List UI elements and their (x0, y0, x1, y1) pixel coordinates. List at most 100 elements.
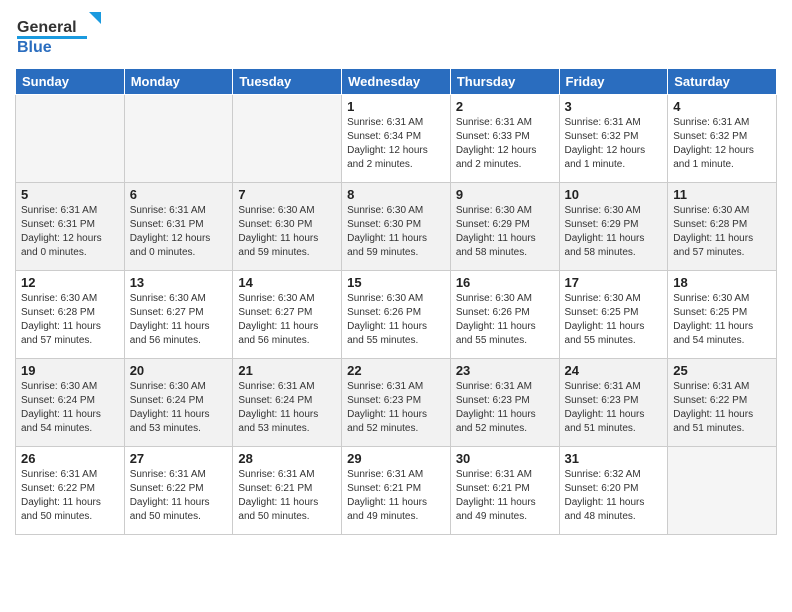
weekday-header: Saturday (668, 69, 777, 95)
day-info: Sunrise: 6:30 AM Sunset: 6:25 PM Dayligh… (565, 292, 663, 348)
day-number: 14 (238, 275, 336, 290)
day-info: Sunrise: 6:30 AM Sunset: 6:29 PM Dayligh… (565, 204, 663, 260)
calendar-cell: 17 Sunrise: 6:30 AM Sunset: 6:25 PM Dayli… (559, 271, 668, 359)
calendar-cell: 3 Sunrise: 6:31 AM Sunset: 6:32 PM Daylig… (559, 95, 668, 183)
day-info: Sunrise: 6:31 AM Sunset: 6:34 PM Dayligh… (347, 116, 445, 172)
day-number: 8 (347, 187, 445, 202)
logo-svg: General Blue (15, 10, 105, 60)
day-info: Sunrise: 6:30 AM Sunset: 6:26 PM Dayligh… (456, 292, 554, 348)
day-number: 1 (347, 99, 445, 114)
weekday-header: Monday (124, 69, 233, 95)
weekday-header-row: SundayMondayTuesdayWednesdayThursdayFrid… (16, 69, 777, 95)
calendar-week-row: 26 Sunrise: 6:31 AM Sunset: 6:22 PM Dayli… (16, 447, 777, 535)
calendar-week-row: 12 Sunrise: 6:30 AM Sunset: 6:28 PM Dayli… (16, 271, 777, 359)
calendar-cell: 25 Sunrise: 6:31 AM Sunset: 6:22 PM Dayli… (668, 359, 777, 447)
day-number: 11 (673, 187, 771, 202)
calendar-cell (668, 447, 777, 535)
calendar-cell: 28 Sunrise: 6:31 AM Sunset: 6:21 PM Dayli… (233, 447, 342, 535)
calendar-cell: 21 Sunrise: 6:31 AM Sunset: 6:24 PM Dayli… (233, 359, 342, 447)
calendar-cell (233, 95, 342, 183)
day-info: Sunrise: 6:30 AM Sunset: 6:27 PM Dayligh… (130, 292, 228, 348)
calendar-cell: 18 Sunrise: 6:30 AM Sunset: 6:25 PM Dayli… (668, 271, 777, 359)
calendar-cell: 5 Sunrise: 6:31 AM Sunset: 6:31 PM Daylig… (16, 183, 125, 271)
day-number: 27 (130, 451, 228, 466)
day-info: Sunrise: 6:31 AM Sunset: 6:32 PM Dayligh… (565, 116, 663, 172)
day-number: 12 (21, 275, 119, 290)
calendar-cell (16, 95, 125, 183)
calendar-cell: 22Sunrise: 6:31 AM Sunset: 6:23 PM Dayli… (342, 359, 451, 447)
day-number: 3 (565, 99, 663, 114)
day-info: Sunrise: 6:31 AM Sunset: 6:31 PM Dayligh… (130, 204, 228, 260)
calendar-week-row: 5 Sunrise: 6:31 AM Sunset: 6:31 PM Daylig… (16, 183, 777, 271)
day-info: Sunrise: 6:30 AM Sunset: 6:24 PM Dayligh… (130, 380, 228, 436)
calendar-week-row: 1 Sunrise: 6:31 AM Sunset: 6:34 PM Daylig… (16, 95, 777, 183)
day-info: Sunrise: 6:31 AM Sunset: 6:22 PM Dayligh… (130, 468, 228, 524)
day-number: 26 (21, 451, 119, 466)
day-number: 4 (673, 99, 771, 114)
calendar-cell: 13 Sunrise: 6:30 AM Sunset: 6:27 PM Dayli… (124, 271, 233, 359)
day-info: Sunrise: 6:31 AM Sunset: 6:24 PM Dayligh… (238, 380, 336, 436)
calendar-cell: 30 Sunrise: 6:31 AM Sunset: 6:21 PM Dayli… (450, 447, 559, 535)
day-number: 23 (456, 363, 554, 378)
day-info: Sunrise: 6:30 AM Sunset: 6:30 PM Dayligh… (238, 204, 336, 260)
calendar-cell: 1 Sunrise: 6:31 AM Sunset: 6:34 PM Daylig… (342, 95, 451, 183)
calendar-cell: 24Sunrise: 6:31 AM Sunset: 6:23 PM Dayli… (559, 359, 668, 447)
calendar-cell: 10 Sunrise: 6:30 AM Sunset: 6:29 PM Dayli… (559, 183, 668, 271)
day-number: 28 (238, 451, 336, 466)
day-info: Sunrise: 6:31 AM Sunset: 6:21 PM Dayligh… (456, 468, 554, 524)
page-container: General Blue SundayMondayTuesdayWednesda… (0, 0, 792, 545)
day-info: Sunrise: 6:30 AM Sunset: 6:27 PM Dayligh… (238, 292, 336, 348)
day-info: Sunrise: 6:32 AM Sunset: 6:20 PM Dayligh… (565, 468, 663, 524)
day-number: 19 (21, 363, 119, 378)
day-number: 30 (456, 451, 554, 466)
calendar-cell: 16Sunrise: 6:30 AM Sunset: 6:26 PM Dayli… (450, 271, 559, 359)
day-info: Sunrise: 6:30 AM Sunset: 6:26 PM Dayligh… (347, 292, 445, 348)
calendar-cell: 19Sunrise: 6:30 AM Sunset: 6:24 PM Dayli… (16, 359, 125, 447)
day-info: Sunrise: 6:30 AM Sunset: 6:28 PM Dayligh… (21, 292, 119, 348)
calendar-cell: 31 Sunrise: 6:32 AM Sunset: 6:20 PM Dayli… (559, 447, 668, 535)
day-number: 18 (673, 275, 771, 290)
day-info: Sunrise: 6:31 AM Sunset: 6:33 PM Dayligh… (456, 116, 554, 172)
day-number: 20 (130, 363, 228, 378)
logo: General Blue (15, 10, 105, 60)
calendar-cell: 23 Sunrise: 6:31 AM Sunset: 6:23 PM Dayli… (450, 359, 559, 447)
calendar-cell: 7 Sunrise: 6:30 AM Sunset: 6:30 PM Daylig… (233, 183, 342, 271)
weekday-header: Sunday (16, 69, 125, 95)
calendar-cell: 8Sunrise: 6:30 AM Sunset: 6:30 PM Daylig… (342, 183, 451, 271)
day-info: Sunrise: 6:31 AM Sunset: 6:22 PM Dayligh… (673, 380, 771, 436)
day-number: 7 (238, 187, 336, 202)
day-info: Sunrise: 6:31 AM Sunset: 6:22 PM Dayligh… (21, 468, 119, 524)
day-number: 6 (130, 187, 228, 202)
weekday-header: Thursday (450, 69, 559, 95)
day-info: Sunrise: 6:31 AM Sunset: 6:31 PM Dayligh… (21, 204, 119, 260)
calendar-cell: 2 Sunrise: 6:31 AM Sunset: 6:33 PM Daylig… (450, 95, 559, 183)
day-info: Sunrise: 6:30 AM Sunset: 6:25 PM Dayligh… (673, 292, 771, 348)
svg-text:Blue: Blue (17, 39, 52, 56)
svg-text:General: General (17, 19, 77, 36)
day-info: Sunrise: 6:31 AM Sunset: 6:21 PM Dayligh… (347, 468, 445, 524)
calendar-cell: 14 Sunrise: 6:30 AM Sunset: 6:27 PM Dayli… (233, 271, 342, 359)
calendar-cell (124, 95, 233, 183)
day-info: Sunrise: 6:30 AM Sunset: 6:28 PM Dayligh… (673, 204, 771, 260)
day-info: Sunrise: 6:31 AM Sunset: 6:21 PM Dayligh… (238, 468, 336, 524)
day-number: 2 (456, 99, 554, 114)
day-number: 10 (565, 187, 663, 202)
day-number: 9 (456, 187, 554, 202)
day-info: Sunrise: 6:30 AM Sunset: 6:29 PM Dayligh… (456, 204, 554, 260)
calendar-cell: 26 Sunrise: 6:31 AM Sunset: 6:22 PM Dayli… (16, 447, 125, 535)
day-number: 15 (347, 275, 445, 290)
day-number: 17 (565, 275, 663, 290)
day-number: 13 (130, 275, 228, 290)
page-header: General Blue (15, 10, 777, 60)
weekday-header: Wednesday (342, 69, 451, 95)
day-number: 21 (238, 363, 336, 378)
weekday-header: Friday (559, 69, 668, 95)
day-number: 25 (673, 363, 771, 378)
day-number: 24 (565, 363, 663, 378)
day-number: 5 (21, 187, 119, 202)
day-info: Sunrise: 6:31 AM Sunset: 6:23 PM Dayligh… (456, 380, 554, 436)
day-number: 31 (565, 451, 663, 466)
calendar-cell: 9 Sunrise: 6:30 AM Sunset: 6:29 PM Daylig… (450, 183, 559, 271)
calendar-cell: 11 Sunrise: 6:30 AM Sunset: 6:28 PM Dayli… (668, 183, 777, 271)
calendar-cell: 27 Sunrise: 6:31 AM Sunset: 6:22 PM Dayli… (124, 447, 233, 535)
